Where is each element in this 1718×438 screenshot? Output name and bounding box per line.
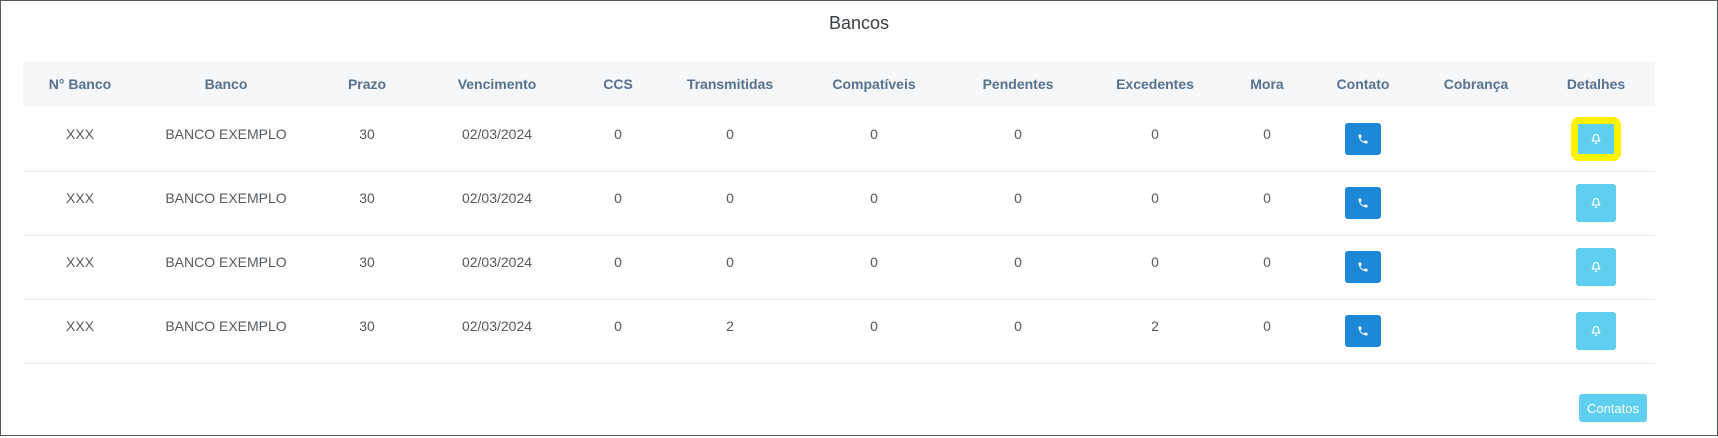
cell-ccs: 0 bbox=[614, 125, 622, 142]
contact-button[interactable] bbox=[1345, 251, 1381, 283]
header-vencimento[interactable]: Vencimento bbox=[419, 61, 575, 107]
main-panel: Bancos N° Banco Banco Prazo Vencimento C… bbox=[0, 0, 1718, 436]
contact-button[interactable] bbox=[1345, 122, 1381, 155]
cell-vencimento: 02/03/2024 bbox=[461, 125, 533, 142]
cell-ccs: 0 bbox=[614, 190, 622, 206]
cell-pendentes: 0 bbox=[1014, 254, 1022, 270]
header-compativeis[interactable]: Compatíveis bbox=[799, 61, 949, 107]
table-header: N° Banco Banco Prazo Vencimento CCS Tran… bbox=[23, 61, 1655, 107]
contact-button[interactable] bbox=[1345, 315, 1381, 347]
header-prazo[interactable]: Prazo bbox=[315, 61, 419, 107]
cell-detalhes bbox=[1537, 299, 1655, 363]
cell-cobranca bbox=[1415, 235, 1537, 299]
header-mora[interactable]: Mora bbox=[1223, 61, 1311, 107]
cell-excedentes: 2 bbox=[1151, 318, 1159, 334]
cell-excedentes: 0 bbox=[1151, 254, 1159, 270]
cell-contato bbox=[1311, 235, 1415, 299]
banks-table: N° Banco Banco Prazo Vencimento CCS Tran… bbox=[23, 61, 1655, 364]
header-row: N° Banco Banco Prazo Vencimento CCS Tran… bbox=[23, 61, 1655, 107]
cell-prazo: 30 bbox=[359, 318, 375, 334]
bell-icon bbox=[1591, 197, 1601, 209]
cell-vencimento: 02/03/2024 bbox=[461, 318, 533, 334]
header-pendentes[interactable]: Pendentes bbox=[949, 61, 1087, 107]
phone-icon bbox=[1358, 198, 1368, 208]
banks-table-container: N° Banco Banco Prazo Vencimento CCS Tran… bbox=[23, 61, 1655, 364]
cell-cobranca bbox=[1415, 171, 1537, 235]
cell-compativeis: 0 bbox=[870, 125, 878, 142]
bell-icon bbox=[1591, 133, 1601, 144]
cell-contato bbox=[1311, 107, 1415, 171]
cell-compativeis: 0 bbox=[870, 318, 878, 334]
cell-transmitidas: 0 bbox=[726, 190, 734, 206]
cell-compativeis: 0 bbox=[870, 254, 878, 270]
cell-numero-banco: XXX bbox=[65, 318, 94, 334]
cell-mora: 0 bbox=[1263, 125, 1271, 142]
header-banco[interactable]: Banco bbox=[137, 61, 315, 107]
cell-mora: 0 bbox=[1263, 318, 1271, 334]
details-button[interactable] bbox=[1576, 248, 1616, 286]
cell-transmitidas: 0 bbox=[726, 125, 734, 142]
header-ccs[interactable]: CCS bbox=[575, 61, 661, 107]
cell-banco: BANCO EXEMPLO bbox=[165, 125, 287, 142]
cell-pendentes: 0 bbox=[1014, 190, 1022, 206]
cell-contato bbox=[1311, 299, 1415, 363]
cell-numero-banco: XXX bbox=[65, 125, 94, 142]
header-numero-banco[interactable]: N° Banco bbox=[23, 61, 137, 107]
phone-icon bbox=[1358, 262, 1368, 272]
cell-mora: 0 bbox=[1263, 254, 1271, 270]
cell-prazo: 30 bbox=[359, 190, 375, 206]
header-transmitidas[interactable]: Transmitidas bbox=[661, 61, 799, 107]
details-button[interactable] bbox=[1571, 116, 1621, 161]
cell-cobranca bbox=[1415, 299, 1537, 363]
cell-vencimento: 02/03/2024 bbox=[461, 254, 533, 270]
table-body: XXX BANCO EXEMPLO 30 02/03/2024 0 0 0 0 … bbox=[23, 107, 1655, 363]
table-row: XXX BANCO EXEMPLO 30 02/03/2024 0 2 0 0 … bbox=[23, 299, 1655, 363]
cell-detalhes bbox=[1537, 235, 1655, 299]
header-detalhes: Detalhes bbox=[1566, 76, 1626, 92]
details-button[interactable] bbox=[1576, 184, 1616, 222]
phone-icon bbox=[1358, 134, 1368, 144]
contact-button[interactable] bbox=[1345, 187, 1381, 219]
cell-excedentes: 0 bbox=[1151, 190, 1159, 206]
cell-numero-banco: XXX bbox=[65, 254, 94, 270]
header-cobranca: Cobrança bbox=[1443, 76, 1509, 92]
cell-prazo: 30 bbox=[359, 254, 375, 270]
table-row: XXX BANCO EXEMPLO 30 02/03/2024 0 0 0 0 … bbox=[23, 235, 1655, 299]
cell-excedentes: 0 bbox=[1151, 125, 1159, 142]
phone-icon bbox=[1358, 326, 1368, 336]
page-title: Bancos bbox=[828, 13, 890, 33]
cell-contato bbox=[1311, 171, 1415, 235]
contatos-button[interactable]: Contatos bbox=[1579, 394, 1647, 422]
cell-numero-banco: XXX bbox=[65, 190, 94, 206]
table-row: XXX BANCO EXEMPLO 30 02/03/2024 0 0 0 0 … bbox=[23, 171, 1655, 235]
cell-pendentes: 0 bbox=[1014, 125, 1022, 142]
cell-ccs: 0 bbox=[614, 254, 622, 270]
cell-detalhes bbox=[1537, 171, 1655, 235]
cell-mora: 0 bbox=[1263, 190, 1271, 206]
header-contato: Contato bbox=[1336, 76, 1390, 92]
cell-detalhes bbox=[1537, 107, 1655, 171]
cell-compativeis: 0 bbox=[870, 190, 878, 206]
cell-vencimento: 02/03/2024 bbox=[461, 190, 533, 206]
cell-banco: BANCO EXEMPLO bbox=[165, 254, 287, 270]
table-row: XXX BANCO EXEMPLO 30 02/03/2024 0 0 0 0 … bbox=[23, 107, 1655, 171]
bell-icon bbox=[1591, 325, 1601, 337]
cell-pendentes: 0 bbox=[1014, 318, 1022, 334]
bell-icon bbox=[1591, 261, 1601, 273]
cell-cobranca bbox=[1415, 107, 1537, 171]
cell-ccs: 0 bbox=[614, 318, 622, 334]
cell-transmitidas: 0 bbox=[726, 254, 734, 270]
cell-prazo: 30 bbox=[359, 125, 375, 142]
header-excedentes[interactable]: Excedentes bbox=[1087, 61, 1223, 107]
cell-banco: BANCO EXEMPLO bbox=[165, 190, 287, 206]
details-button[interactable] bbox=[1576, 312, 1616, 350]
cell-banco: BANCO EXEMPLO bbox=[165, 318, 287, 334]
cell-transmitidas: 2 bbox=[726, 318, 734, 334]
